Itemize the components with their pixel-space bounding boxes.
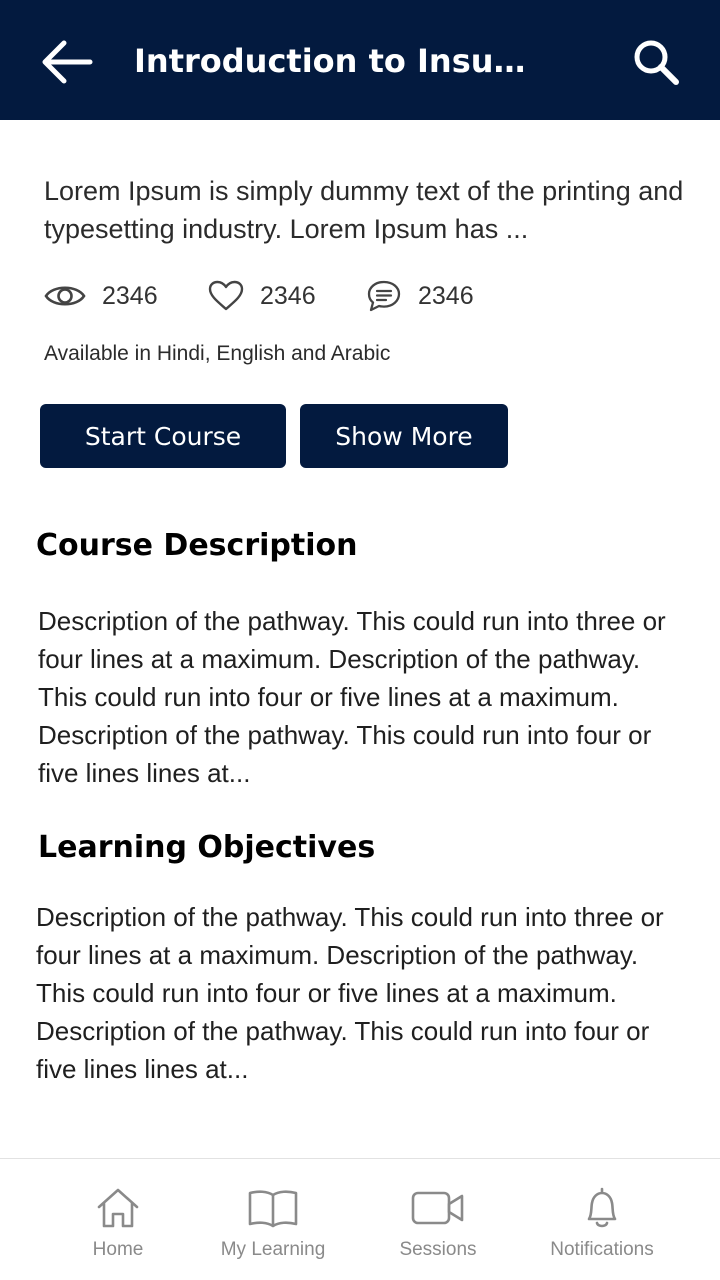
nav-item-my-learning[interactable]: My Learning [208, 1159, 338, 1280]
nav-label-my-learning: My Learning [220, 1239, 326, 1260]
comment-icon [367, 280, 401, 312]
nav-item-notifications[interactable]: Notifications [532, 1159, 672, 1280]
likes-stat[interactable]: 2346 [208, 274, 316, 318]
book-icon [248, 1190, 298, 1228]
nav-item-sessions[interactable]: Sessions [388, 1159, 488, 1280]
back-button[interactable] [34, 34, 98, 90]
app-header: Introduction to Insur... [0, 0, 720, 120]
page-title: Introduction to Insur... [134, 42, 534, 80]
home-icon [97, 1188, 139, 1228]
course-summary: Lorem Ipsum is simply dummy text of the … [44, 176, 684, 244]
course-description-text: Description of the pathway. This could r… [38, 606, 666, 788]
nav-label-home: Home [92, 1239, 144, 1260]
likes-count: 2346 [260, 281, 316, 310]
nav-label-sessions: Sessions [399, 1239, 477, 1260]
nav-item-home[interactable]: Home [68, 1159, 168, 1280]
comments-stat[interactable]: 2346 [366, 274, 474, 318]
course-stats: 2346 2346 2346 [44, 274, 644, 318]
views-stat: 2346 [44, 274, 158, 318]
arrow-left-icon [42, 40, 93, 84]
search-button[interactable] [624, 30, 688, 94]
start-course-button[interactable]: Start Course [40, 404, 286, 468]
show-more-button[interactable]: Show More [300, 404, 508, 468]
heart-icon [208, 280, 244, 311]
language-availability: Available in Hindi, English and Arabic [44, 342, 391, 365]
course-description-heading: Course Description [36, 528, 358, 563]
views-count: 2346 [102, 281, 158, 310]
comments-count: 2346 [418, 281, 474, 310]
learning-objectives-heading: Learning Objectives [38, 830, 376, 865]
course-detail-screen: Introduction to Insur... Lorem Ipsum is … [0, 0, 720, 1280]
bell-icon [587, 1187, 617, 1228]
nav-label-notifications: Notifications [550, 1239, 654, 1260]
video-camera-icon [411, 1191, 464, 1225]
learning-objectives-text: Description of the pathway. This could r… [36, 902, 664, 1084]
bottom-navigation: Home My Learning Sessions Notifications [0, 1158, 720, 1280]
search-icon [634, 40, 679, 85]
eye-icon [44, 286, 86, 306]
